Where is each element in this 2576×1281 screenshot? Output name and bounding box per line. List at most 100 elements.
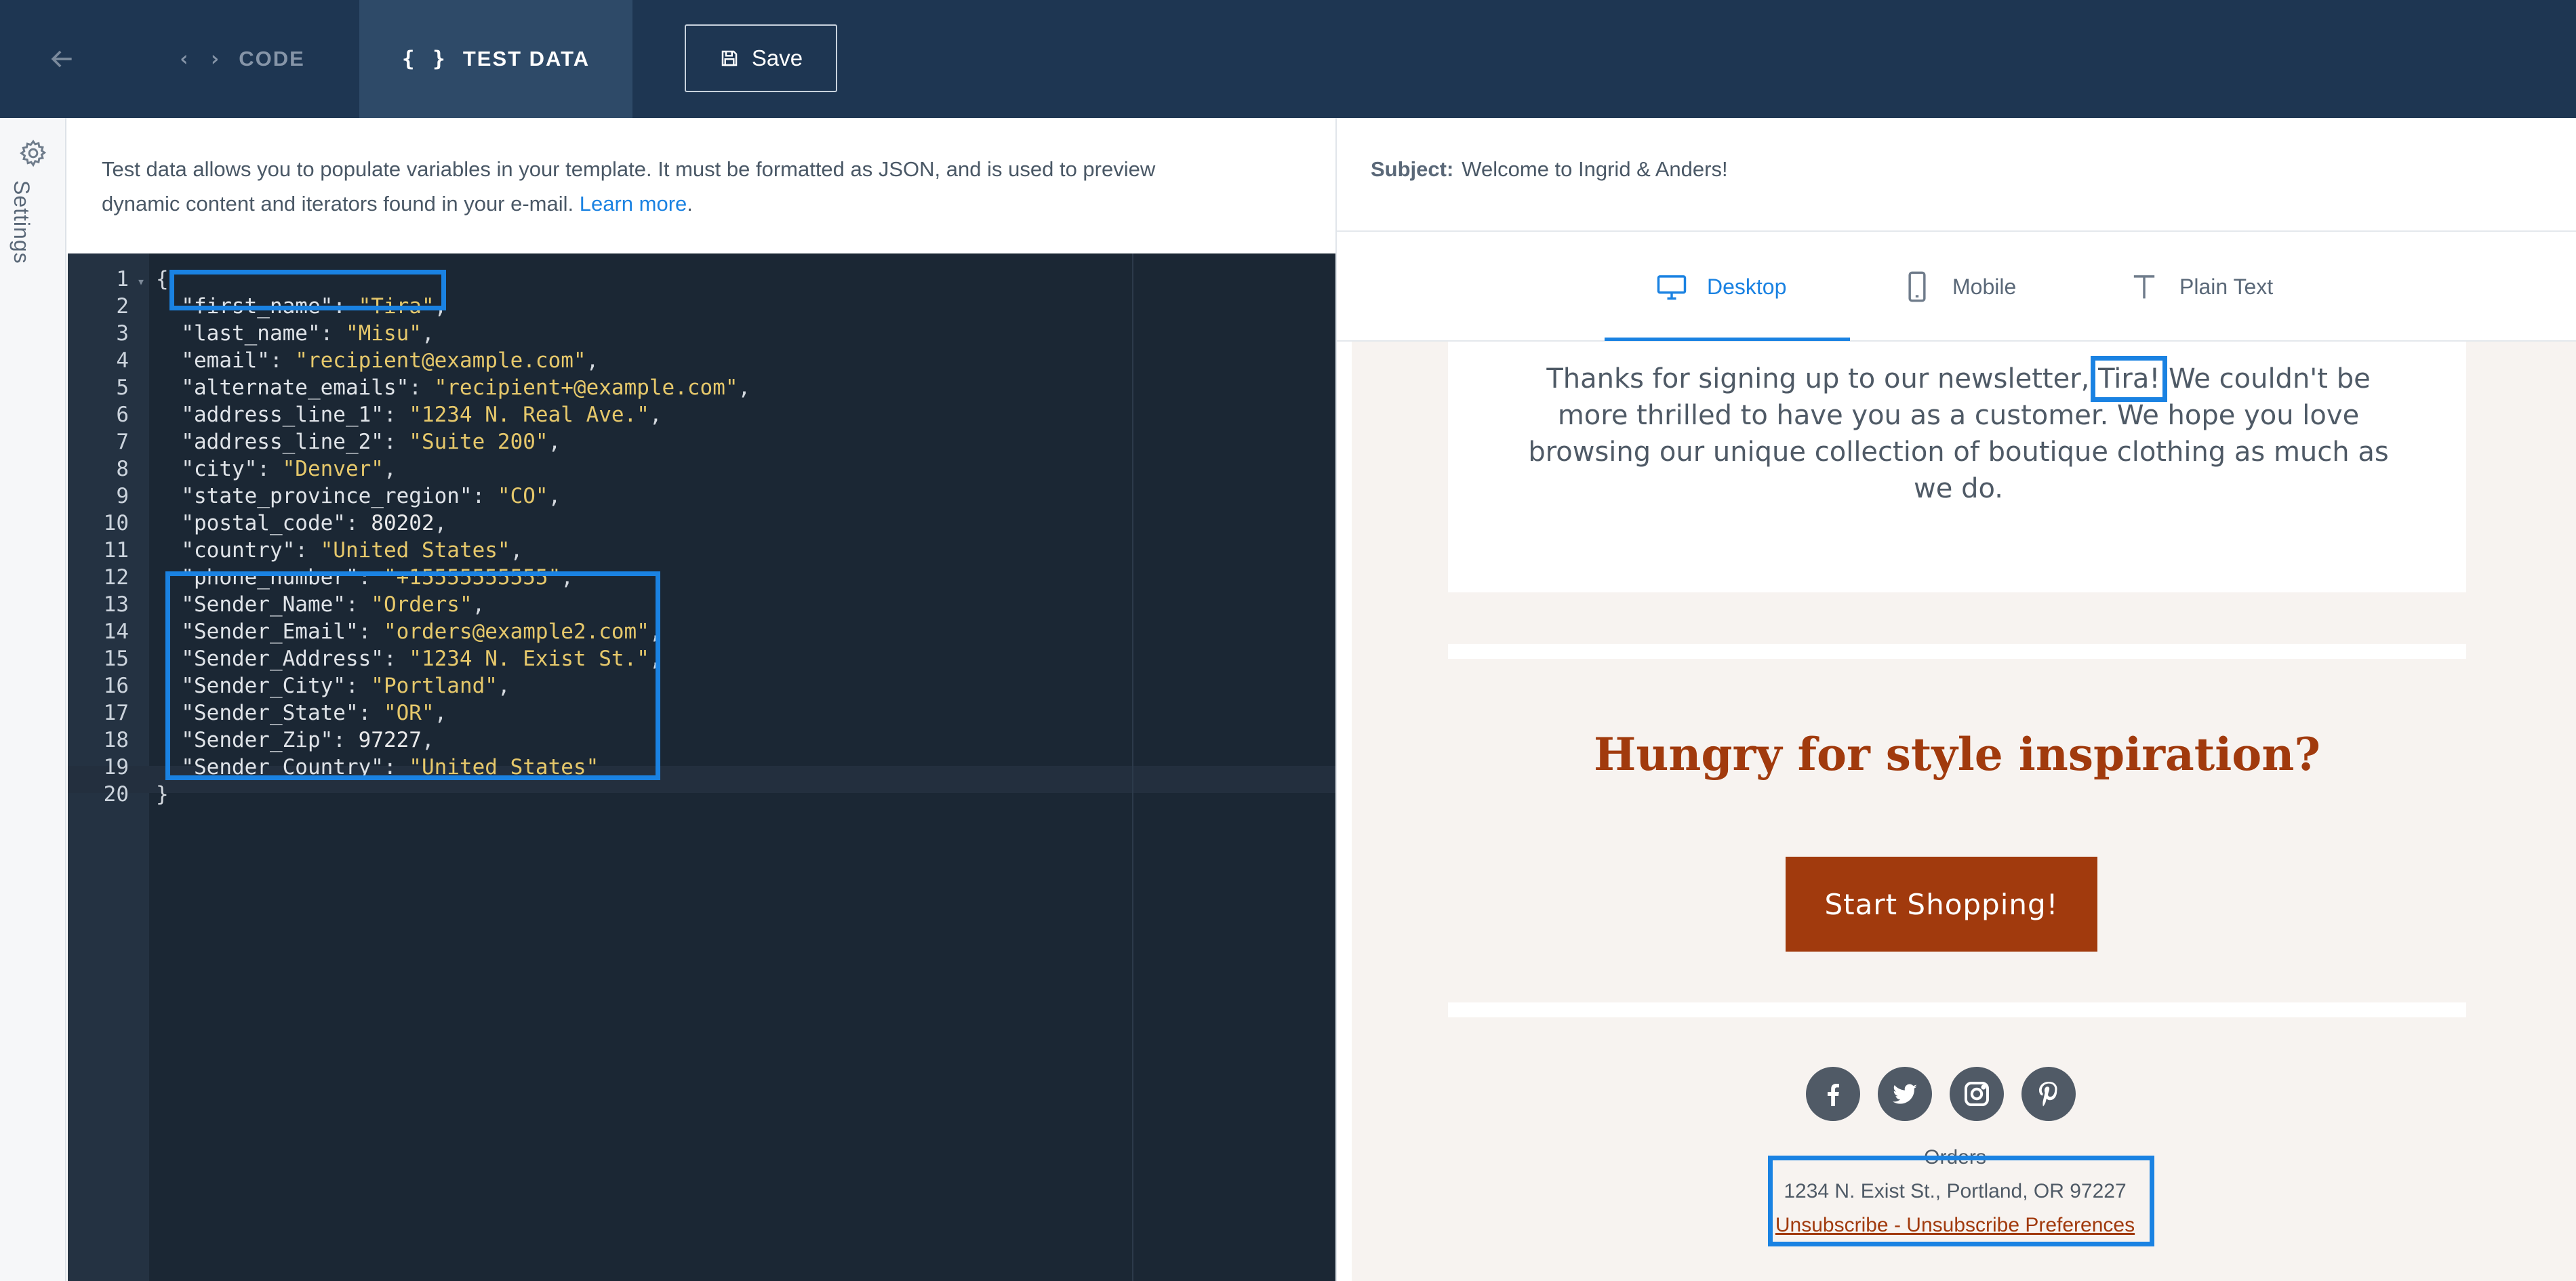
- active-tab-indicator: [1605, 338, 1850, 341]
- tab-plain-text-label: Plain Text: [2179, 274, 2274, 299]
- code-text: "email": "recipient@example.com",: [181, 348, 599, 373]
- intro-before: Thanks for signing up to our newsletter,: [1546, 363, 2099, 394]
- start-shopping-button[interactable]: Start Shopping!: [1786, 857, 2097, 952]
- fold-arrow-icon[interactable]: ▾: [129, 268, 145, 295]
- save-button-label: Save: [751, 45, 803, 70]
- social-links: [1806, 1067, 2104, 1121]
- subject-value: Welcome to Ingrid & Anders!: [1462, 157, 1728, 181]
- settings-label: Settings: [9, 180, 34, 264]
- subject-line: Subject: Welcome to Ingrid & Anders!: [1337, 118, 2576, 232]
- code-text: "phone_number": "+15555555555",: [181, 565, 573, 590]
- settings-rail[interactable]: Settings: [0, 118, 66, 1281]
- pinterest-icon[interactable]: [2021, 1067, 2076, 1121]
- line-number: 15: [103, 647, 129, 671]
- text-t-icon: [2133, 275, 2155, 299]
- code-line[interactable]: 2 "first_name": "Tira",: [68, 293, 1335, 320]
- facebook-icon[interactable]: [1806, 1067, 1860, 1121]
- code-line[interactable]: 10 "postal_code": 80202,: [68, 510, 1335, 537]
- info-text-line1: Test data allows you to populate variabl…: [102, 157, 1156, 181]
- tab-code[interactable]: ‹ › CODE: [123, 0, 359, 118]
- twitter-icon[interactable]: [1878, 1067, 1932, 1121]
- code-text: "postal_code": 80202,: [181, 511, 447, 535]
- tab-mobile-label: Mobile: [1952, 274, 2017, 299]
- save-button[interactable]: Save: [685, 24, 837, 92]
- line-number: 1: [116, 267, 129, 291]
- code-line[interactable]: 7 "address_line_2": "Suite 200",: [68, 428, 1335, 455]
- code-line[interactable]: 4 "email": "recipient@example.com",: [68, 347, 1335, 374]
- pinterest-glyph: [2039, 1082, 2057, 1107]
- tab-desktop[interactable]: Desktop: [1654, 232, 1786, 342]
- code-text: "state_province_region": "CO",: [181, 484, 561, 508]
- info-period: .: [687, 192, 693, 216]
- line-number: 5: [116, 375, 129, 400]
- code-icon: ‹ ›: [178, 47, 224, 71]
- line-number: 9: [116, 484, 129, 508]
- code-text: "city": "Denver",: [181, 457, 397, 481]
- line-number: 2: [116, 294, 129, 319]
- code-text: "Sender_Name": "Orders",: [181, 592, 485, 617]
- instagram-icon[interactable]: [1950, 1067, 2004, 1121]
- braces-icon: { }: [401, 47, 448, 71]
- back-button[interactable]: [0, 0, 123, 118]
- email-body: Thanks for signing up to our newsletter,…: [1352, 342, 2576, 1281]
- settings-label-wrap: Settings: [9, 180, 54, 343]
- tab-test-data[interactable]: { } TEST DATA: [359, 0, 632, 118]
- code-text: "country": "United States",: [181, 538, 523, 563]
- test-data-info: Test data allows you to populate variabl…: [68, 118, 1335, 253]
- code-text: "Sender_Zip": 97227,: [181, 728, 435, 752]
- code-line[interactable]: 19 "Sender_Country": "United States": [68, 754, 1335, 781]
- code-line[interactable]: 1 ▾ {: [68, 266, 1335, 293]
- code-text: "address_line_1": "1234 N. Real Ave.",: [181, 403, 662, 427]
- footer-sender-name: Orders: [1924, 1146, 1986, 1168]
- line-number: 20: [103, 782, 129, 807]
- code-line[interactable]: 13 "Sender_Name": "Orders",: [68, 591, 1335, 618]
- line-number: 8: [116, 457, 129, 481]
- code-line[interactable]: 16 "Sender_City": "Portland",: [68, 672, 1335, 699]
- section-divider: [1448, 644, 2466, 659]
- line-number: 4: [116, 348, 129, 373]
- code-line[interactable]: 8 "city": "Denver",: [68, 455, 1335, 483]
- code-line[interactable]: 5 "alternate_emails": "recipient+@exampl…: [68, 374, 1335, 401]
- line-number: 6: [116, 403, 129, 427]
- code-line[interactable]: 3 "last_name": "Misu",: [68, 320, 1335, 347]
- preview-tabs: Desktop Mobile Plain Text: [1337, 232, 2576, 342]
- code-line[interactable]: 11 "country": "United States",: [68, 537, 1335, 564]
- arrow-left-icon: [51, 50, 72, 68]
- code-line[interactable]: 12 "phone_number": "+15555555555",: [68, 564, 1335, 591]
- line-number: 18: [103, 728, 129, 752]
- twitter-glyph: [1893, 1084, 1917, 1104]
- tab-test-data-label: TEST DATA: [462, 47, 590, 70]
- line-number: 14: [103, 619, 129, 644]
- learn-more-link[interactable]: Learn more: [580, 192, 687, 216]
- line-number: 19: [103, 755, 129, 779]
- code-line[interactable]: 17 "Sender_State": "OR",: [68, 699, 1335, 727]
- json-editor[interactable]: 1 ▾{2 "first_name": "Tira", 3 "last_name"…: [68, 253, 1335, 1281]
- code-line[interactable]: 15 "Sender_Address": "1234 N. Exist St."…: [68, 645, 1335, 672]
- subject-label: Subject:: [1371, 157, 1454, 181]
- code-text: "Sender_Country": "United States": [181, 755, 599, 779]
- info-text-line2-text: dynamic content and iterators found in y…: [102, 192, 574, 216]
- code-text: }: [156, 782, 169, 807]
- tab-plain-text[interactable]: Plain Text: [2127, 232, 2273, 342]
- code-text: "Sender_Email": "orders@example2.com",: [181, 619, 662, 644]
- code-line[interactable]: 18 "Sender_Zip": 97227,: [68, 727, 1335, 754]
- code-line[interactable]: 14 "Sender_Email": "orders@example2.com"…: [68, 618, 1335, 645]
- code-line[interactable]: 6 "address_line_1": "1234 N. Real Ave.",: [68, 401, 1335, 428]
- tab-mobile[interactable]: Mobile: [1899, 232, 2016, 342]
- line-number: 16: [103, 674, 129, 698]
- tab-desktop-label: Desktop: [1707, 274, 1787, 299]
- intro-card: Thanks for signing up to our newsletter,…: [1448, 342, 2466, 592]
- facebook-glyph: [1828, 1084, 1839, 1106]
- line-number: 13: [103, 592, 129, 617]
- code-line[interactable]: 9 "state_province_region": "CO",: [68, 483, 1335, 510]
- unsubscribe-links[interactable]: Unsubscribe - Unsubscribe Preferences: [1352, 1209, 2558, 1242]
- code-text: "Sender_City": "Portland",: [181, 674, 510, 698]
- line-number: 11: [103, 538, 129, 563]
- floppy-disk-icon: [721, 50, 738, 66]
- line-number: 10: [103, 511, 129, 535]
- code-text: "address_line_2": "Suite 200",: [181, 430, 561, 454]
- code-line[interactable]: 20}: [68, 781, 1335, 808]
- desktop-icon: [1657, 275, 1687, 300]
- code-text: "Sender_State": "OR",: [181, 701, 447, 725]
- code-text: "first_name": "Tira",: [181, 294, 447, 319]
